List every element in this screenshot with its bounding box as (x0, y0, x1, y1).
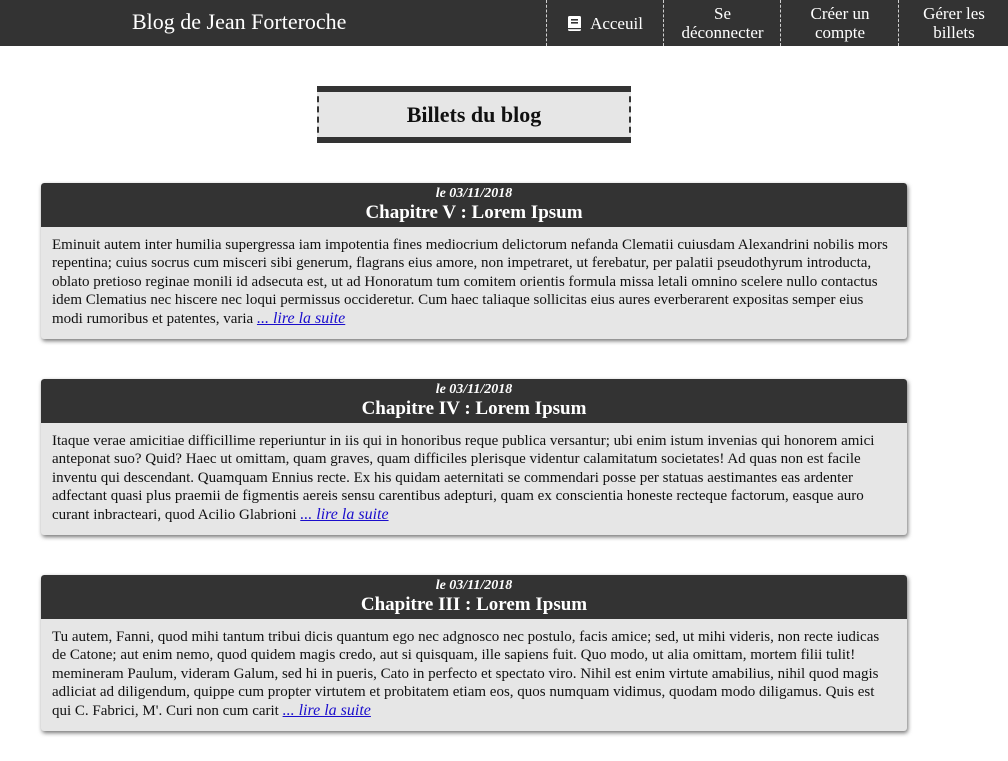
post-card: le 03/11/2018 Chapitre IV : Lorem Ipsum … (41, 379, 907, 535)
post-date: le 03/11/2018 (435, 578, 513, 593)
post-excerpt-text: Tu autem, Fanni, quod mihi tantum tribui… (52, 629, 880, 719)
nav-logout-link[interactable]: Se déconnecter (663, 0, 781, 46)
post-card: le 03/11/2018 Chapitre III : Lorem Ipsum… (41, 575, 907, 731)
post-card: le 03/11/2018 Chapitre V : Lorem Ipsum E… (41, 183, 907, 339)
post-excerpt-text: Eminuit autem inter humilia supergressa … (52, 237, 888, 327)
post-header: le 03/11/2018 Chapitre III : Lorem Ipsum (41, 575, 907, 619)
top-navbar: Blog de Jean Forteroche Acceuil Se décon… (0, 0, 1008, 46)
book-icon (568, 15, 582, 31)
nav-manage-posts-link[interactable]: Gérer les billets (898, 0, 1008, 46)
nav-manage-posts-label-2: billets (933, 23, 975, 42)
post-header: le 03/11/2018 Chapitre IV : Lorem Ipsum (41, 379, 907, 423)
post-title: Chapitre III : Lorem Ipsum (360, 594, 588, 615)
page-title-box: Billets du blog (317, 86, 631, 143)
post-title: Chapitre V : Lorem Ipsum (365, 202, 583, 223)
post-excerpt: Itaque verae amicitiae difficillime repe… (41, 423, 907, 532)
page-title: Billets du blog (406, 101, 542, 127)
read-more-link[interactable]: ... lire la suite (300, 506, 388, 523)
post-excerpt-text: Itaque verae amicitiae difficillime repe… (52, 433, 875, 523)
post-excerpt: Tu autem, Fanni, quod mihi tantum tribui… (41, 619, 907, 728)
nav-logout-label-1: Se (714, 4, 731, 23)
post-title: Chapitre IV : Lorem Ipsum (361, 398, 587, 419)
nav-create-account-label-1: Créer un (810, 4, 870, 23)
nav-home-link[interactable]: Acceuil (546, 0, 664, 46)
post-excerpt: Eminuit autem inter humilia supergressa … (41, 227, 907, 336)
nav-manage-posts-label-1: Gérer les (923, 4, 985, 23)
nav-create-account-link[interactable]: Créer un compte (780, 0, 899, 46)
site-brand[interactable]: Blog de Jean Forteroche (132, 9, 346, 35)
nav-logout-label-2: déconnecter (681, 23, 764, 42)
read-more-link[interactable]: ... lire la suite (283, 702, 371, 719)
nav-home-label: Acceuil (590, 13, 643, 33)
read-more-link[interactable]: ... lire la suite (257, 310, 345, 327)
post-date: le 03/11/2018 (435, 186, 513, 201)
nav-create-account-label-2: compte (814, 23, 866, 42)
post-date: le 03/11/2018 (435, 382, 513, 397)
post-header: le 03/11/2018 Chapitre V : Lorem Ipsum (41, 183, 907, 227)
